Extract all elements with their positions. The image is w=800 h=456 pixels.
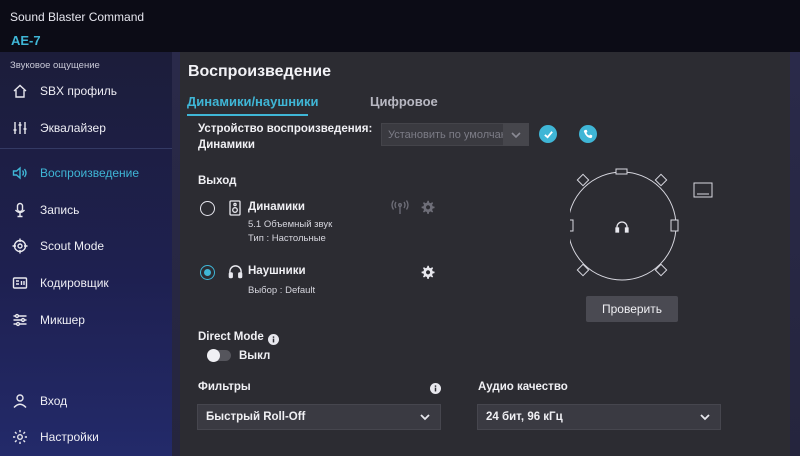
headphones-radio[interactable] [200, 265, 215, 280]
sidebar-item-encoder[interactable]: Кодировщик [0, 268, 172, 298]
page-title: Воспроизведение [188, 63, 331, 80]
headphones-icon [228, 264, 243, 284]
speaker-layout-diagram [570, 168, 679, 281]
filters-dropdown[interactable]: Быстрый Roll-Off [197, 404, 441, 430]
main-content: Воспроизведение Динамики/наушники Цифров… [172, 52, 800, 456]
sidebar-item-label: Настройки [40, 430, 99, 444]
sidebar-item-equalizer[interactable]: Эквалайзер [0, 113, 172, 143]
sidebar-item-label: Запись [40, 203, 80, 217]
set-default-communication-button[interactable] [579, 125, 597, 143]
equalizer-icon [0, 120, 40, 136]
audio-quality-label: Аудио качество [478, 381, 568, 393]
checkmark-icon [543, 130, 553, 139]
user-icon [0, 393, 40, 409]
sidebar-item-settings[interactable]: Настройки [0, 422, 172, 452]
sidebar-item-recording[interactable]: Запись [0, 195, 172, 225]
speakers-type: Тип : Настольные [248, 233, 326, 244]
mixer-icon [0, 312, 40, 328]
headphones-settings-gear-icon[interactable] [420, 265, 435, 285]
speakers-settings-gear-icon[interactable] [420, 200, 435, 220]
set-default-button[interactable] [539, 125, 557, 143]
sidebar: Звуковое ощущение SBX профиль Эквалайзер… [0, 52, 172, 456]
sidebar-item-sbx-profile[interactable]: SBX профиль [0, 76, 172, 106]
sidebar-item-scout-mode[interactable]: Scout Mode [0, 231, 172, 261]
sidebar-item-label: Эквалайзер [40, 121, 106, 135]
info-icon[interactable] [268, 332, 279, 350]
chevron-down-icon [700, 414, 710, 421]
headphones-selection: Выбор : Default [248, 285, 316, 296]
sidebar-item-label: Кодировщик [40, 276, 109, 290]
chevron-down-icon [420, 414, 430, 421]
output-label: Выход [198, 175, 237, 187]
sidebar-divider [0, 148, 172, 149]
gear-icon [0, 429, 40, 445]
sidebar-item-label: Воспроизведение [40, 166, 140, 180]
chevron-down-icon [503, 123, 529, 146]
phone-icon [583, 129, 593, 139]
direct-mode-state: Выкл [239, 350, 271, 362]
tab-speakers-headphones[interactable]: Динамики/наушники [187, 94, 319, 116]
title-bar: Sound Blaster Command AE-7 [0, 0, 800, 52]
playback-device-label: Устройство воспроизведения: [198, 123, 373, 135]
speaker-icon [0, 165, 40, 181]
encoder-icon [0, 275, 40, 291]
home-icon [0, 83, 40, 99]
microphone-icon [0, 202, 40, 218]
playback-panel: Воспроизведение Динамики/наушники Цифров… [180, 52, 790, 456]
speakers-config: 5.1 Объемный звук [248, 219, 333, 230]
sidebar-item-label: Вход [40, 394, 68, 408]
active-tab-indicator [187, 114, 308, 116]
crosshair-icon [0, 238, 40, 254]
sidebar-item-label: Микшер [40, 313, 85, 327]
playback-device-value: Динамики [198, 139, 256, 151]
speaker-wireless-icon [390, 200, 410, 221]
direct-mode-toggle[interactable] [207, 349, 231, 362]
subwoofer-icon [693, 182, 713, 205]
sidebar-item-label: Scout Mode [40, 239, 105, 253]
headphones-name: Наушники [248, 265, 306, 277]
speakers-radio[interactable] [200, 201, 215, 216]
filters-info-icon[interactable] [430, 381, 441, 399]
speakers-name: Динамики [248, 201, 306, 213]
filters-label: Фильтры [198, 381, 251, 393]
test-speakers-button[interactable]: Проверить [586, 296, 678, 322]
sidebar-item-mixer[interactable]: Микшер [0, 305, 172, 335]
app-title: Sound Blaster Command [10, 10, 145, 24]
speaker-box-icon [229, 200, 241, 216]
tab-digital[interactable]: Цифровое [370, 94, 438, 109]
sidebar-item-label: SBX профиль [40, 84, 118, 98]
sidebar-item-login[interactable]: Вход [0, 386, 172, 416]
device-name[interactable]: AE-7 [11, 33, 41, 48]
audio-quality-dropdown[interactable]: 24 бит, 96 кГц [477, 404, 721, 430]
sidebar-item-playback[interactable]: Воспроизведение [0, 158, 172, 188]
sidebar-caption: Звуковое ощущение [10, 60, 100, 71]
direct-mode-label: Direct Mode [198, 331, 264, 343]
